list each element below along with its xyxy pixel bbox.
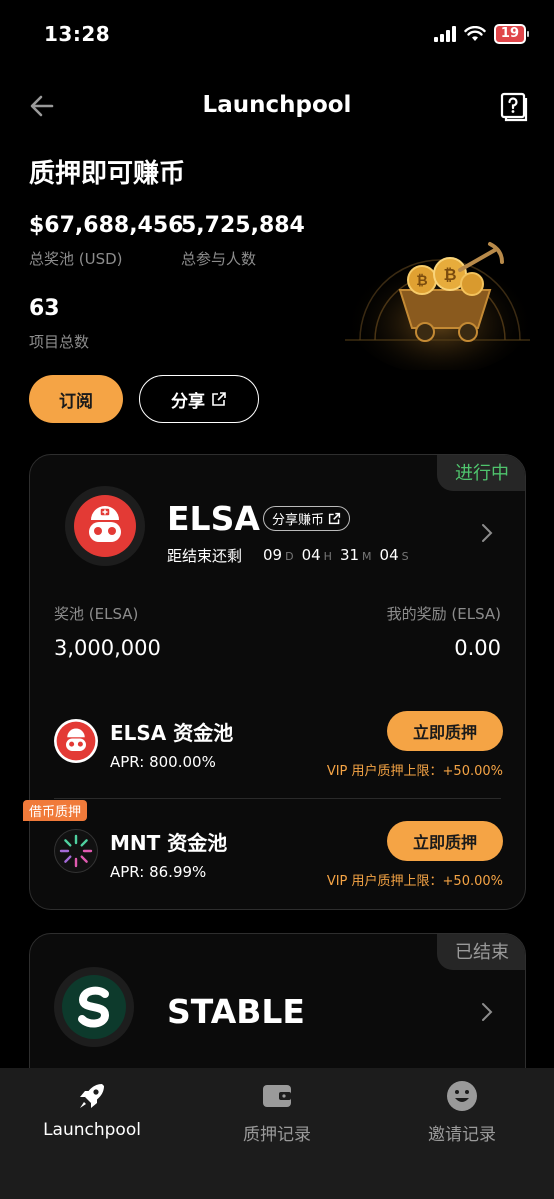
borrow-stake-tag: 借币质押 xyxy=(23,800,88,821)
robot-icon xyxy=(74,495,136,557)
external-link-icon xyxy=(328,512,341,525)
countdown-minutes-unit: M xyxy=(362,550,372,563)
reward-value: 0.00 xyxy=(454,636,501,660)
cellular-signal-icon xyxy=(433,26,456,42)
reward-label: 我的奖励 (ELSA) xyxy=(386,605,501,623)
pool-divider xyxy=(54,798,501,799)
countdown-hours-unit: H xyxy=(323,550,332,563)
project-name: STABLE xyxy=(167,992,305,1031)
vip-limit-text: VIP 用户质押上限：+50.00% xyxy=(326,874,503,889)
pool-apr: APR: 86.99% xyxy=(110,863,207,881)
share-earn-label: 分享赚币 xyxy=(272,513,325,528)
project-card-elsa[interactable]: 进行中 ELSA 分享赚币 距结束还剩 09 D 04 H 31 M 04 S 奖池 (… xyxy=(29,454,526,910)
countdown-days-unit: D xyxy=(285,550,294,563)
wifi-icon xyxy=(464,26,486,41)
elsa-pool-logo xyxy=(54,719,98,763)
status-badge: 已结束 xyxy=(437,934,525,970)
tab-label: 质押记录 xyxy=(243,1125,311,1145)
total-pool-stat: $67,688,456 总奖池 (USD) xyxy=(29,213,183,269)
share-earn-button[interactable]: 分享赚币 xyxy=(263,506,351,531)
participants-stat: 5,725,884 总参与人数 xyxy=(181,213,305,269)
svg-text:₿: ₿ xyxy=(443,265,456,284)
battery-indicator: 19 xyxy=(493,24,530,44)
mnt-pool-logo xyxy=(54,829,98,873)
total-pool-label: 总奖池 (USD) xyxy=(29,250,123,268)
mantle-icon xyxy=(59,834,93,868)
tab-label: Launchpool xyxy=(43,1120,141,1140)
projects-label: 项目总数 xyxy=(29,333,90,351)
stake-now-button[interactable]: 立即质押 xyxy=(387,711,503,751)
tab-invite-records[interactable]: 邀请记录 xyxy=(370,1080,554,1145)
pool-apr: APR: 800.00% xyxy=(110,753,216,771)
chevron-right-icon[interactable] xyxy=(480,523,494,543)
pool-name: MNT 资金池 xyxy=(110,831,228,855)
subscribe-button[interactable]: 订阅 xyxy=(29,375,123,423)
page-title: Launchpool xyxy=(202,92,352,118)
participants-value: 5,725,884 xyxy=(181,213,305,238)
countdown-label: 距结束还剩 xyxy=(167,547,243,565)
elsa-logo xyxy=(65,486,145,566)
countdown-days: 09 xyxy=(263,546,283,564)
status-badge: 进行中 xyxy=(437,455,525,491)
pool-row-elsa: ELSA 资金池 APR: 800.00% 立即质押 VIP 用户质押上限：+5… xyxy=(30,705,525,795)
pool-row-mnt: MNT 资金池 APR: 86.99% 立即质押 VIP 用户质押上限：+50.… xyxy=(30,815,525,905)
countdown-hours: 04 xyxy=(301,546,321,564)
countdown-minutes: 31 xyxy=(339,546,360,564)
share-button-label: 分享 xyxy=(171,391,205,412)
stable-logo xyxy=(54,967,134,1047)
chevron-right-icon[interactable] xyxy=(480,1002,494,1022)
bottom-tab-bar: Launchpool 质押记录 邀请记录 xyxy=(0,1068,554,1199)
status-time: 13:28 xyxy=(44,22,111,46)
hero-title: 质押即可赚币 xyxy=(29,159,186,189)
countdown-timer: 09 D 04 H 31 M 04 S xyxy=(263,546,414,564)
rocket-icon xyxy=(76,1080,108,1112)
projects-value: 63 xyxy=(29,296,60,321)
pool-value: 3,000,000 xyxy=(54,636,161,660)
project-name: ELSA xyxy=(167,499,260,538)
pool-label: 奖池 (ELSA) xyxy=(54,605,139,623)
robot-icon xyxy=(56,721,96,761)
share-button[interactable]: 分享 xyxy=(139,375,259,423)
wallet-icon xyxy=(261,1080,293,1112)
mining-cart-illustration: ₿ ₿ xyxy=(345,242,530,370)
top-nav: Launchpool xyxy=(0,84,554,130)
pool-name: ELSA 资金池 xyxy=(110,721,234,745)
tab-launchpool[interactable]: Launchpool xyxy=(0,1080,184,1140)
countdown-seconds-unit: S xyxy=(401,550,409,563)
status-icons: 19 xyxy=(433,24,530,44)
external-link-icon xyxy=(212,392,226,406)
vip-limit-text: VIP 用户质押上限：+50.00% xyxy=(326,764,503,779)
status-bar: 13:28 19 xyxy=(0,0,554,70)
stake-now-button[interactable]: 立即质押 xyxy=(387,821,503,861)
stable-s-icon xyxy=(62,975,126,1039)
total-pool-value: $67,688,456 xyxy=(29,213,184,238)
tab-label: 邀请记录 xyxy=(428,1125,496,1145)
countdown-seconds: 04 xyxy=(379,546,399,564)
help-book-icon[interactable] xyxy=(500,92,528,122)
projects-stat: 63 项目总数 xyxy=(29,296,89,352)
smiley-icon xyxy=(446,1080,478,1112)
participants-label: 总参与人数 xyxy=(181,250,257,268)
svg-text:₿: ₿ xyxy=(416,273,427,289)
tab-stake-records[interactable]: 质押记录 xyxy=(185,1080,369,1145)
